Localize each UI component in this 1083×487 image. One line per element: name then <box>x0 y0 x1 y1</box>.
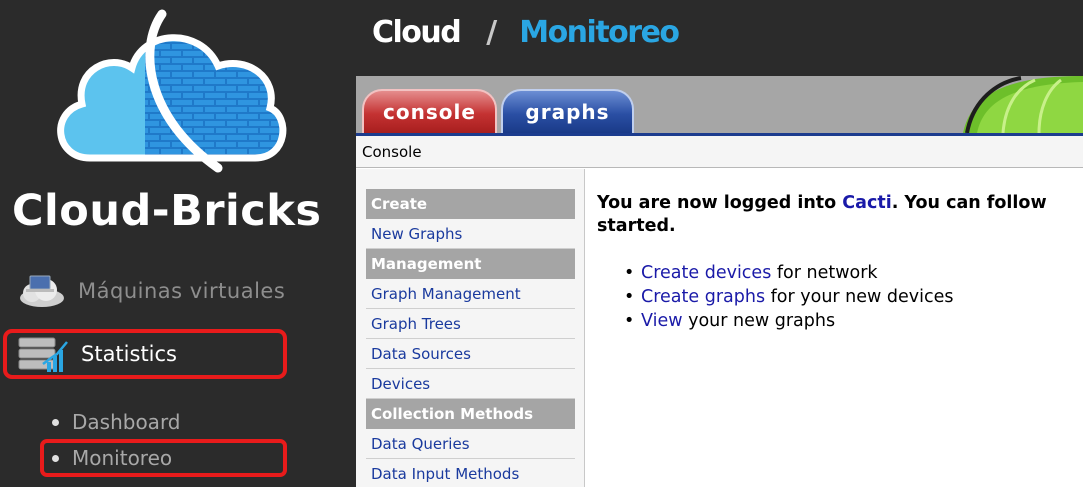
welcome-text: . You can follow <box>891 193 1047 213</box>
server-chart-icon <box>18 337 68 372</box>
create-graphs-link[interactable]: Create graphs <box>641 287 765 307</box>
cacti-main-content: You are now logged into Cacti. You can f… <box>597 192 1083 333</box>
tab-console[interactable]: console <box>362 89 497 133</box>
welcome-message: You are now logged into Cacti. You can f… <box>597 192 1083 215</box>
menu-item-data-sources[interactable]: Data Sources <box>366 339 575 369</box>
cacti-menu: Create New Graphs Management Graph Manag… <box>356 169 585 487</box>
brand-name: Cloud-Bricks <box>12 186 322 236</box>
menu-item-data-queries[interactable]: Data Queries <box>366 429 575 459</box>
nav-item-statistics[interactable]: Statistics <box>3 329 287 379</box>
cacti-frame: console graphs Console Create New Graphs… <box>356 76 1083 487</box>
welcome-text: You are now logged into <box>597 193 843 213</box>
tab-graphs[interactable]: graphs <box>501 89 634 133</box>
getting-started-list: Create devices for network Create graphs… <box>597 261 1083 333</box>
breadcrumb: Cloud / Monitoreo <box>372 10 680 54</box>
list-item: View your new graphs <box>624 309 1083 333</box>
cloud-brick-logo-icon <box>57 9 287 173</box>
create-devices-link[interactable]: Create devices <box>641 263 771 283</box>
cacti-tabbar: console graphs <box>356 76 1083 136</box>
nav-item-maquinas-virtuales[interactable]: Máquinas virtuales <box>16 270 316 312</box>
list-item-text: for network <box>771 263 878 283</box>
menu-header-management: Management <box>366 249 575 279</box>
menu-item-devices[interactable]: Devices <box>366 369 575 399</box>
menu-header-create: Create <box>366 189 575 219</box>
menu-item-graph-management[interactable]: Graph Management <box>366 279 575 309</box>
cacti-link[interactable]: Cacti <box>842 193 891 213</box>
screen: Cloud-Bricks Máquinas virtuales Statisti… <box>0 0 1083 487</box>
nav-item-label: Máquinas virtuales <box>78 279 286 303</box>
menu-block: Create New Graphs Management Graph Manag… <box>366 189 575 487</box>
list-item: Create devices for network <box>624 261 1083 285</box>
statistics-subnav: Dashboard Monitoreo <box>40 406 290 477</box>
menu-item-new-graphs[interactable]: New Graphs <box>366 219 575 249</box>
list-item: Create graphs for your new devices <box>624 285 1083 309</box>
subnav-item-monitoreo[interactable]: Monitoreo <box>40 439 287 477</box>
cacti-breadcrumb: Console <box>356 136 1083 168</box>
list-item-text: your new graphs <box>682 311 836 331</box>
menu-item-graph-trees[interactable]: Graph Trees <box>366 309 575 339</box>
welcome-message-line2: started. <box>597 216 676 236</box>
breadcrumb-separator: / <box>486 14 498 50</box>
subnav-item-dashboard[interactable]: Dashboard <box>50 406 290 438</box>
breadcrumb-root[interactable]: Cloud <box>372 15 462 50</box>
sidebar: Cloud-Bricks Máquinas virtuales Statisti… <box>0 0 356 487</box>
menu-item-data-input-methods[interactable]: Data Input Methods <box>366 459 575 487</box>
list-item-text: for your new devices <box>765 287 954 307</box>
breadcrumb-current: Monitoreo <box>519 14 680 50</box>
cactus-leaf-icon <box>963 76 1083 133</box>
menu-header-collection-methods: Collection Methods <box>366 399 575 429</box>
view-graphs-link[interactable]: View <box>641 311 683 331</box>
nav-item-label: Statistics <box>81 342 177 366</box>
cloud-laptop-icon <box>20 275 64 307</box>
